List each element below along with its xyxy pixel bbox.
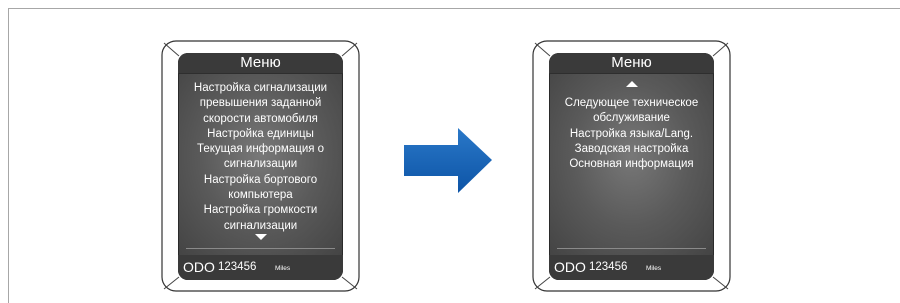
right-screen: Меню Следующее техническое обслуживание … — [549, 53, 714, 280]
scroll-down-icon[interactable] — [254, 234, 267, 240]
menu-item[interactable]: превышения заданной — [178, 96, 343, 111]
odo-unit: Miles — [275, 265, 291, 272]
menu-list: Следующее техническое обслуживание Настр… — [549, 96, 714, 172]
odometer-bar: ODO 123456 Miles — [549, 255, 714, 280]
odo-unit: Miles — [646, 265, 662, 272]
menu-list: Настройка сигнализации превышения заданн… — [178, 81, 343, 234]
menu-item[interactable]: Настройка бортового — [178, 173, 343, 188]
odo-label: ODO — [554, 259, 586, 275]
right-cluster-display: Меню Следующее техническое обслуживание … — [532, 40, 731, 292]
odo-value: 123456 — [589, 261, 628, 273]
scroll-up-icon[interactable] — [625, 81, 638, 87]
left-cluster-display: Меню Настройка сигнализации превышения з… — [161, 40, 360, 292]
menu-item[interactable]: сигнализации — [178, 219, 343, 234]
menu-item[interactable]: Настройка единицы — [178, 127, 343, 142]
odometer-bar: ODO 123456 Miles — [178, 255, 343, 280]
menu-item[interactable]: Настройка языка/Lang. — [549, 127, 714, 142]
menu-item[interactable]: Текущая информация о — [178, 142, 343, 157]
odo-label: ODO — [183, 259, 215, 275]
menu-title: Меню — [178, 53, 343, 74]
menu-item[interactable]: Заводская настройка — [549, 142, 714, 157]
menu-title: Меню — [549, 53, 714, 74]
menu-item[interactable]: Основная информация — [549, 157, 714, 172]
menu-item[interactable]: компьютера — [178, 188, 343, 203]
menu-item[interactable]: Следующее техническое — [549, 96, 714, 111]
divider — [557, 248, 706, 249]
menu-item[interactable]: обслуживание — [549, 111, 714, 126]
odo-value: 123456 — [218, 261, 257, 273]
menu-item[interactable]: Настройка сигнализации — [178, 81, 343, 96]
menu-item[interactable]: скорости автомобиля — [178, 112, 343, 127]
menu-item[interactable]: сигнализации — [178, 157, 343, 172]
menu-item[interactable]: Настройка громкости — [178, 203, 343, 218]
transition-arrow-icon — [404, 128, 492, 193]
divider — [186, 248, 335, 249]
left-screen: Меню Настройка сигнализации превышения з… — [178, 53, 343, 280]
